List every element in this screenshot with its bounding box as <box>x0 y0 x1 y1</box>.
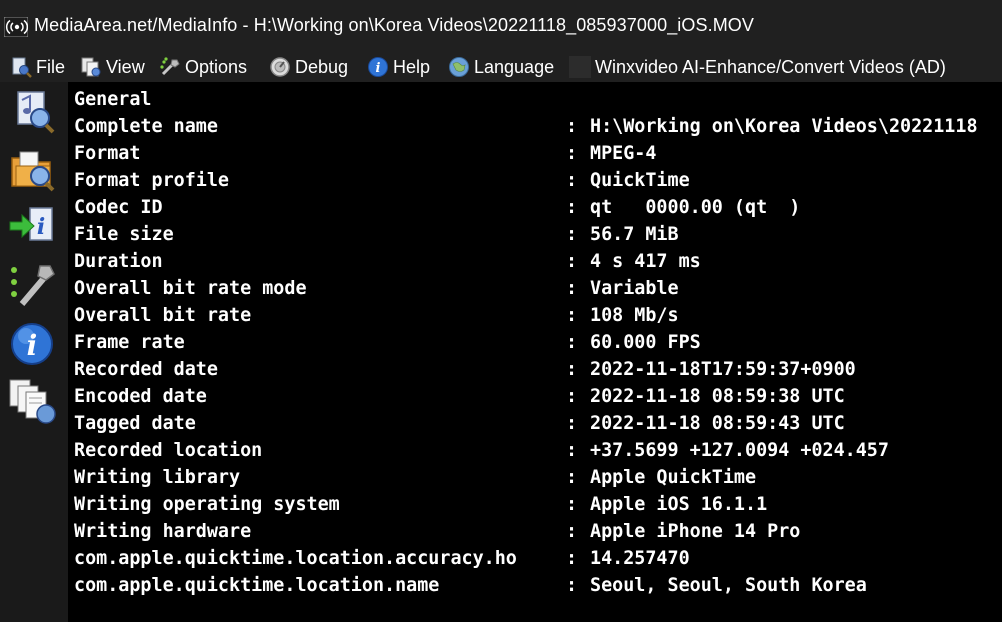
info-row-key: Recorded date <box>74 359 218 380</box>
open-folder-icon[interactable] <box>8 144 58 194</box>
menu-language-label: Language <box>474 56 555 77</box>
info-row-value: Apple iOS 16.1.1 <box>590 494 768 515</box>
info-row-key: Tagged date <box>74 413 196 434</box>
info-row-separator: : <box>566 224 578 245</box>
preferences-icon[interactable] <box>8 260 58 310</box>
ad-icon <box>569 56 591 78</box>
menu-debug-label: Debug <box>295 56 349 77</box>
section-header: General <box>74 86 152 113</box>
open-file-icon[interactable] <box>8 86 58 136</box>
menu-debug[interactable]: Debug <box>269 52 348 82</box>
info-row-value: QuickTime <box>590 170 690 191</box>
info-row-separator: : <box>566 143 578 164</box>
side-toolbar: i i <box>0 82 68 622</box>
info-row-separator: : <box>566 332 578 353</box>
info-row-key: com.apple.quicktime.location.name <box>74 575 440 596</box>
menu-winxvideo-ad[interactable]: Winxvideo AI-Enhance/Convert Videos (AD) <box>569 52 946 82</box>
info-row-separator: : <box>566 494 578 515</box>
info-row-separator: : <box>566 575 578 596</box>
info-row-separator: : <box>566 386 578 407</box>
info-row-key: Frame rate <box>74 332 185 353</box>
info-row-value: 2022-11-18 08:59:38 UTC <box>590 386 845 407</box>
help-icon: i <box>368 57 388 77</box>
info-row-value: Variable <box>590 278 679 299</box>
section-title: General <box>74 89 152 110</box>
info-row-separator: : <box>566 197 578 218</box>
info-row-separator: : <box>566 278 578 299</box>
window-title: MediaArea.net/MediaInfo - H:\Working on\… <box>34 15 755 35</box>
info-row-key: Format profile <box>74 170 230 191</box>
info-row-key: Writing hardware <box>74 521 252 542</box>
media-info-text-panel[interactable]: General Complete name: H:\Working on\Kore… <box>68 82 1002 622</box>
menu-bar: File View Options Debug i Help Language … <box>0 52 1002 82</box>
info-row-separator: : <box>566 521 578 542</box>
menu-options[interactable]: Options <box>159 52 247 82</box>
info-row-key: Complete name <box>74 116 218 137</box>
info-row-separator: : <box>566 251 578 272</box>
info-row-value: MPEG-4 <box>590 143 657 164</box>
info-row-value: Apple QuickTime <box>590 467 757 488</box>
svg-text:i: i <box>37 214 45 240</box>
view-icon <box>81 57 101 77</box>
menu-help[interactable]: i Help <box>367 52 430 82</box>
info-row-value: H:\Working on\Korea Videos\20221118 <box>590 116 978 137</box>
menu-view-label: View <box>106 56 145 77</box>
title-bar[interactable]: MediaArea.net/MediaInfo - H:\Working on\… <box>0 0 1002 52</box>
info-row-value: 4 s 417 ms <box>590 251 701 272</box>
info-row-key: Writing library <box>74 467 241 488</box>
info-row-separator: : <box>566 548 578 569</box>
info-row-key: Writing operating system <box>74 494 340 515</box>
info-row-key: Duration <box>74 251 163 272</box>
info-row-value: 56.7 MiB <box>590 224 679 245</box>
info-row-value: 108 Mb/s <box>590 305 679 326</box>
info-row-value: 60.000 FPS <box>590 332 701 353</box>
info-row-value: qt 0000.00 (qt ) <box>590 197 801 218</box>
info-row-key: Recorded location <box>74 440 263 461</box>
about-icon[interactable]: i <box>8 318 58 368</box>
info-row-value: 2022-11-18 08:59:43 UTC <box>590 413 845 434</box>
info-row-separator: : <box>566 116 578 137</box>
info-row-value: 14.257470 <box>590 548 690 569</box>
menu-language[interactable]: Language <box>448 52 554 82</box>
debug-icon <box>270 57 290 77</box>
info-row-key: Overall bit rate mode <box>74 278 307 299</box>
svg-text:i: i <box>376 61 381 76</box>
info-row-value: +37.5699 +127.0094 +024.457 <box>590 440 889 461</box>
sheet-view-icon[interactable] <box>8 376 58 426</box>
options-icon <box>160 57 180 76</box>
info-row-key: com.apple.quicktime.location.accuracy.ho <box>74 548 517 569</box>
info-row-value: Apple iPhone 14 Pro <box>590 521 801 542</box>
language-icon <box>449 57 469 77</box>
menu-help-label: Help <box>393 56 431 77</box>
info-row-key: Overall bit rate <box>74 305 252 326</box>
export-icon[interactable]: i <box>8 202 58 252</box>
menu-file[interactable]: File <box>10 52 65 82</box>
menu-options-label: Options <box>185 56 248 77</box>
info-row-separator: : <box>566 440 578 461</box>
info-row-separator: : <box>566 359 578 380</box>
info-row-separator: : <box>566 467 578 488</box>
info-row-separator: : <box>566 413 578 434</box>
info-row-value: Seoul, Seoul, South Korea <box>590 575 867 596</box>
menu-file-label: File <box>36 56 66 77</box>
menu-winxvideo-ad-label: Winxvideo AI-Enhance/Convert Videos (AD) <box>595 56 946 77</box>
info-row-separator: : <box>566 170 578 191</box>
menu-view[interactable]: View <box>80 52 145 82</box>
info-row-key: Codec ID <box>74 197 163 218</box>
svg-text:i: i <box>27 329 38 362</box>
info-row-separator: : <box>566 305 578 326</box>
mediainfo-app-icon <box>4 17 28 37</box>
info-row-key: Format <box>74 143 141 164</box>
info-row-key: File size <box>74 224 174 245</box>
file-icon <box>12 57 32 78</box>
info-row-key: Encoded date <box>74 386 207 407</box>
info-row-value: 2022-11-18T17:59:37+0900 <box>590 359 856 380</box>
mediainfo-window: MediaArea.net/MediaInfo - H:\Working on\… <box>0 0 1002 622</box>
